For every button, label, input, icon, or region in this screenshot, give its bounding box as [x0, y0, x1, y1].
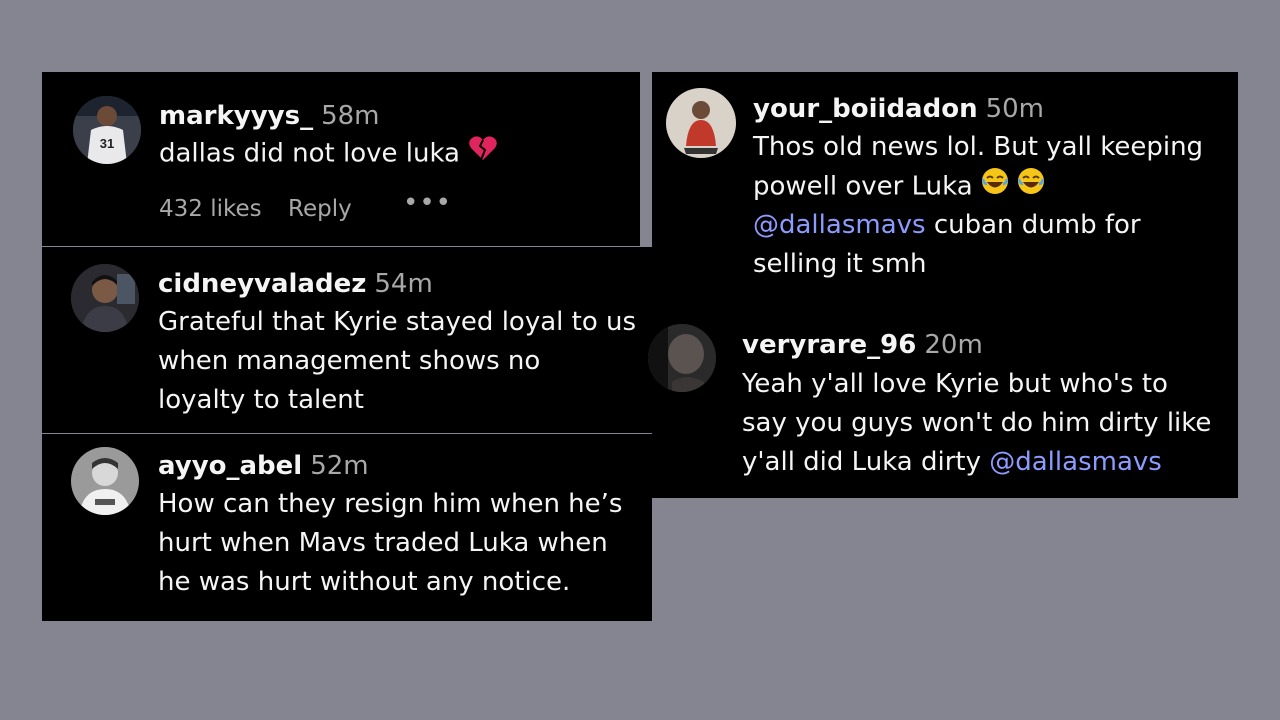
avatar[interactable] — [71, 447, 139, 515]
comment-panel-cidneyvaladez: cidneyvaladez 54m Grateful that Kyrie sta… — [42, 247, 652, 433]
comment-text-line: loyalty to talent — [158, 385, 364, 415]
comment-text-line: @dallasmavs cuban dumb for — [753, 206, 1141, 245]
username[interactable]: your_boiidadon — [753, 94, 978, 124]
comment-text-line: say you guys won't do him dirty like — [742, 408, 1212, 438]
comment-header: cidneyvaladez 54m — [158, 267, 433, 301]
avatar-image — [666, 88, 736, 158]
comment-text-content: dallas did not love luka — [159, 138, 460, 169]
comment-text-line: Thos old news lol. But yall keeping — [753, 132, 1204, 162]
avatar[interactable] — [71, 264, 139, 332]
timestamp: 50m — [985, 94, 1045, 124]
comment-text-line: How can they resign him when he’s — [158, 489, 623, 519]
timestamp: 58m — [321, 101, 380, 131]
username[interactable]: veryrare_96 — [742, 330, 916, 360]
avatar-image — [71, 264, 139, 332]
comment-text-line: selling it smh — [753, 249, 927, 279]
comment-text: dallas did not love luka — [159, 134, 498, 174]
avatar-image: 31 — [73, 96, 141, 164]
reply-button[interactable]: Reply — [288, 196, 352, 222]
comment-text-content: y'all did Luka dirty — [742, 447, 990, 477]
comment-text-line: hurt when Mavs traded Luka when — [158, 528, 608, 558]
laughing-face-icon — [1017, 167, 1045, 207]
mention-link[interactable]: @dallasmavs — [753, 210, 926, 240]
comment-text-line: powell over Luka — [753, 167, 1045, 207]
laughing-face-icon — [981, 167, 1009, 207]
comment-panel-right: your_boiidadon 50m Thos old news lol. But… — [648, 72, 1238, 498]
avatar[interactable] — [666, 88, 736, 158]
comment-text-line: y'all did Luka dirty @dallasmavs — [742, 443, 1162, 482]
comment-text-line: Grateful that Kyrie stayed loyal to us — [158, 307, 637, 337]
comment-header: veryrare_96 20m — [742, 328, 983, 362]
comment-text-line: he was hurt without any notice. — [158, 567, 571, 597]
mention-link[interactable]: @dallasmavs — [989, 447, 1162, 477]
timestamp: 54m — [374, 269, 433, 299]
comment-text-line: Yeah y'all love Kyrie but who's to — [742, 369, 1168, 399]
comment-panel-markyyys: 31 markyyys_ 58m dallas did not love luka… — [42, 72, 640, 246]
comment-header: your_boiidadon 50m — [753, 92, 1044, 126]
avatar-image — [71, 447, 139, 515]
username[interactable]: ayyo_abel — [158, 451, 302, 481]
comment-header: ayyo_abel 52m — [158, 449, 369, 483]
username[interactable]: markyyys_ — [159, 101, 313, 131]
avatar-image — [648, 324, 716, 392]
comment-text-content: cuban dumb for — [925, 210, 1141, 240]
likes-count[interactable]: 432 likes — [159, 196, 262, 222]
svg-text:31: 31 — [100, 136, 114, 151]
broken-heart-icon — [468, 134, 498, 174]
comment-text-line: when management shows no — [158, 346, 541, 376]
comment-header: markyyys_ 58m — [159, 99, 380, 133]
avatar[interactable] — [648, 324, 716, 392]
timestamp: 20m — [924, 330, 983, 360]
comment-panel-ayyo-abel: ayyo_abel 52m How can they resign him whe… — [42, 434, 652, 621]
username[interactable]: cidneyvaladez — [158, 269, 366, 299]
comment-text-content: powell over Luka — [753, 171, 973, 202]
avatar[interactable]: 31 — [73, 96, 141, 164]
more-options-icon[interactable]: ••• — [403, 188, 452, 218]
timestamp: 52m — [310, 451, 369, 481]
